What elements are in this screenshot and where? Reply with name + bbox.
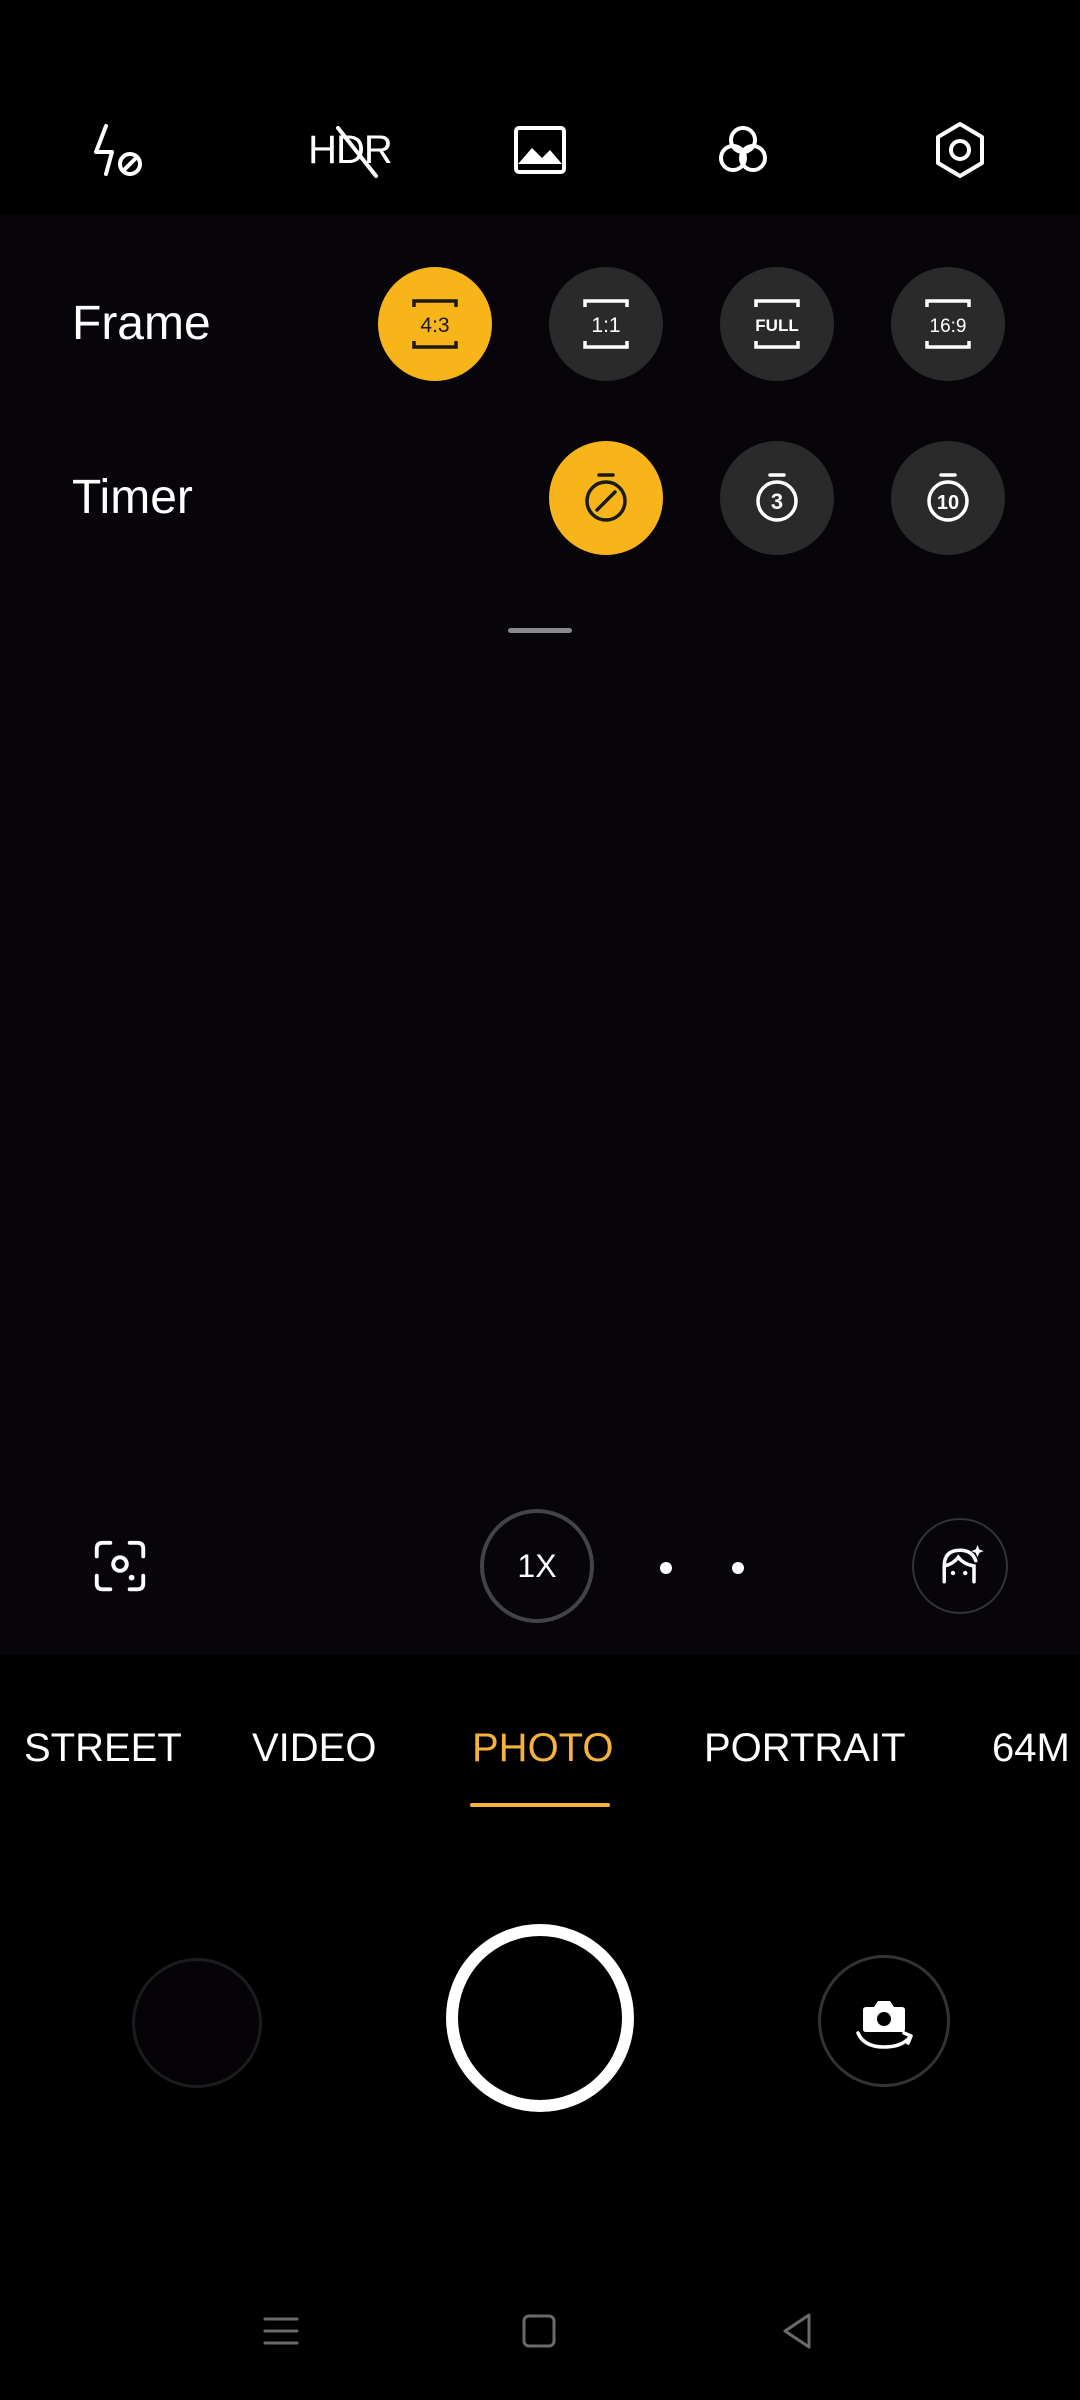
frame-option-1-1[interactable]: 1:1 [549, 267, 663, 381]
hdr-off-icon: HDR [308, 125, 393, 178]
settings-button[interactable] [920, 110, 1000, 190]
timer-option-label: 3 [771, 489, 783, 514]
viewfinder[interactable] [0, 215, 1080, 1655]
focus-lens-icon [94, 1540, 146, 1592]
picture-mode-button[interactable] [500, 110, 580, 190]
frame-option-full[interactable]: FULL [720, 267, 834, 381]
nav-home-button[interactable] [514, 2306, 564, 2356]
lens-button[interactable] [80, 1526, 160, 1606]
nav-menu-button[interactable] [256, 2306, 306, 2356]
switch-camera-icon [856, 2001, 913, 2049]
flash-button[interactable] [80, 110, 160, 190]
frame-option-label: 1:1 [591, 314, 620, 337]
mode-64m[interactable]: 64M [992, 1726, 1070, 1771]
aspect-ratio-icon: 1:1 [583, 299, 629, 349]
mode-video[interactable]: VIDEO [252, 1726, 376, 1771]
timer-off-icon [585, 473, 627, 522]
back-icon [783, 2313, 811, 2349]
zoom-level-dot[interactable] [732, 1562, 744, 1574]
timer-option-label: 10 [937, 492, 959, 514]
home-icon [522, 2314, 556, 2348]
flash-auto-off-icon [94, 124, 142, 176]
filter-button[interactable] [703, 110, 783, 190]
frame-option-4-3[interactable]: 4:3 [378, 267, 492, 381]
timer-option-10[interactable]: 10 [891, 441, 1005, 555]
hdr-button[interactable]: HDR [295, 110, 405, 190]
frame-option-label: 4:3 [420, 314, 449, 337]
gallery-thumbnail-button[interactable] [132, 1958, 262, 2088]
timer-option-3[interactable]: 3 [720, 441, 834, 555]
switch-camera-button[interactable] [818, 1955, 950, 2087]
panel-drag-handle[interactable] [508, 628, 572, 633]
top-toolbar: HDR [0, 0, 1080, 215]
aspect-ratio-icon: 16:9 [925, 299, 971, 349]
frame-label: Frame [72, 297, 211, 350]
zoom-button[interactable]: 1X [480, 1509, 594, 1623]
hdr-strike [336, 125, 379, 178]
nav-back-button[interactable] [772, 2306, 822, 2356]
mode-street[interactable]: STREET [24, 1726, 182, 1771]
beauty-face-icon [942, 1545, 984, 1584]
frame-option-16-9[interactable]: 16:9 [891, 267, 1005, 381]
aspect-ratio-icon: FULL [754, 299, 800, 349]
aspect-ratio-icon: 4:3 [412, 299, 458, 349]
frame-option-label: 16:9 [930, 316, 967, 337]
gallery-icon [514, 126, 566, 174]
menu-icon [263, 2317, 299, 2345]
timer-label: Timer [72, 471, 193, 524]
settings-icon [936, 122, 984, 178]
filter-icon [719, 126, 767, 172]
beauty-button[interactable] [912, 1518, 1008, 1614]
frame-option-label: FULL [755, 316, 798, 335]
shutter-button[interactable] [446, 1924, 634, 2112]
mode-portrait[interactable]: PORTRAIT [704, 1726, 906, 1771]
timer-option-off[interactable] [549, 441, 663, 555]
active-mode-indicator [470, 1803, 610, 1807]
timer-10-icon: 10 [927, 473, 969, 522]
mode-photo[interactable]: PHOTO [472, 1726, 614, 1771]
zoom-level-dot[interactable] [660, 1562, 672, 1574]
timer-3-icon: 3 [756, 473, 798, 522]
